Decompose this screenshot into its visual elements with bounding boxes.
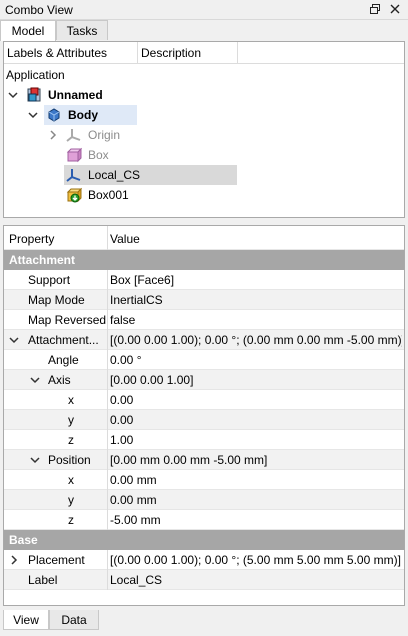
- tree-label: Box: [88, 148, 109, 162]
- prop-value[interactable]: [(0.00 0.00 1.00); 0.00 °; (0.00 mm 0.00…: [110, 333, 402, 347]
- chevron-down-icon[interactable]: [30, 455, 40, 465]
- tree-item-box001[interactable]: Box001: [4, 185, 404, 205]
- box-icon: [66, 187, 82, 203]
- header-property[interactable]: Property: [9, 232, 54, 246]
- prop-position-x[interactable]: x 0.00 mm: [4, 470, 404, 490]
- prop-value[interactable]: 1.00: [110, 433, 402, 447]
- tree-label: Unnamed: [48, 88, 103, 102]
- prop-name: Angle: [48, 353, 79, 367]
- chevron-right-icon[interactable]: [9, 555, 19, 565]
- prop-map-reversed[interactable]: Map Reversed false: [4, 310, 404, 330]
- tree-label: Box001: [88, 188, 129, 202]
- prop-value[interactable]: -5.00 mm: [110, 513, 402, 527]
- close-icon[interactable]: [389, 3, 403, 17]
- tree-label: Local_CS: [88, 168, 141, 182]
- prop-name: Placement: [28, 553, 85, 567]
- prop-position-z[interactable]: z -5.00 mm: [4, 510, 404, 530]
- prop-name: x: [68, 393, 74, 407]
- prop-name: y: [68, 413, 74, 427]
- group-attachment[interactable]: Attachment: [4, 250, 404, 270]
- tree-item-body[interactable]: Body: [4, 105, 404, 125]
- header-description[interactable]: Description: [141, 46, 201, 60]
- group-label: Attachment: [9, 253, 76, 267]
- prop-value[interactable]: Local_CS: [110, 573, 402, 587]
- tree-item-unnamed[interactable]: Unnamed: [4, 85, 404, 105]
- box-icon: [66, 147, 82, 163]
- prop-value[interactable]: 0.00: [110, 413, 402, 427]
- model-tree: Labels & Attributes Description Applicat…: [3, 41, 405, 218]
- header-value[interactable]: Value: [110, 232, 402, 246]
- header-labels[interactable]: Labels & Attributes: [7, 46, 107, 60]
- group-base[interactable]: Base: [4, 530, 404, 550]
- prop-axis[interactable]: Axis [0.00 0.00 1.00]: [4, 370, 404, 390]
- prop-name: Map Reversed: [28, 313, 107, 327]
- tab-model[interactable]: Model: [0, 20, 56, 41]
- chevron-down-icon[interactable]: [30, 375, 40, 385]
- coordinate-system-icon: [66, 169, 81, 182]
- prop-position[interactable]: Position [0.00 mm 0.00 mm -5.00 mm]: [4, 450, 404, 470]
- tab-view[interactable]: View: [3, 610, 49, 630]
- prop-name: x: [68, 473, 74, 487]
- prop-angle[interactable]: Angle 0.00 °: [4, 350, 404, 370]
- body-icon: [48, 108, 60, 122]
- prop-value[interactable]: 0.00: [110, 393, 402, 407]
- prop-name: Map Mode: [28, 293, 85, 307]
- prop-name: Label: [28, 573, 58, 587]
- tree-label: Origin: [88, 128, 121, 142]
- section-label: Application: [6, 68, 65, 82]
- property-header: Property Value: [4, 226, 404, 250]
- prop-axis-x[interactable]: x 0.00: [4, 390, 404, 410]
- chevron-down-icon[interactable]: [28, 110, 38, 120]
- chevron-right-icon[interactable]: [48, 130, 58, 140]
- prop-label[interactable]: Label Local_CS: [4, 570, 404, 590]
- prop-value[interactable]: 0.00 mm: [110, 493, 402, 507]
- origin-icon: [66, 129, 81, 142]
- tree-header: Labels & Attributes Description: [4, 42, 404, 64]
- dock-title: Combo View: [5, 3, 73, 17]
- prop-position-y[interactable]: y 0.00 mm: [4, 490, 404, 510]
- chevron-down-icon[interactable]: [9, 335, 19, 345]
- prop-support[interactable]: Support Box [Face6]: [4, 270, 404, 290]
- tree-item-origin[interactable]: Origin: [4, 125, 404, 145]
- tree-label: Body: [68, 108, 98, 122]
- tab-data[interactable]: Data: [49, 610, 99, 630]
- prop-axis-y[interactable]: y 0.00: [4, 410, 404, 430]
- tree-item-box[interactable]: Box: [4, 145, 404, 165]
- prop-name: z: [68, 433, 74, 447]
- prop-name: Support: [28, 273, 71, 287]
- prop-value[interactable]: [0.00 mm 0.00 mm -5.00 mm]: [110, 453, 402, 467]
- dock-title-bar: Combo View: [0, 0, 408, 20]
- float-icon[interactable]: [369, 3, 383, 17]
- prop-name: z: [68, 513, 74, 527]
- document-icon: [27, 87, 41, 102]
- chevron-down-icon[interactable]: [8, 90, 18, 100]
- prop-value[interactable]: Box [Face6]: [110, 273, 402, 287]
- top-tab-bar: Model Tasks: [0, 20, 408, 41]
- prop-value[interactable]: InertialCS: [110, 293, 402, 307]
- prop-name: Position: [48, 453, 91, 467]
- prop-name: Attachment...: [28, 333, 99, 347]
- prop-value[interactable]: [(0.00 0.00 1.00); 0.00 °; (5.00 mm 5.00…: [110, 553, 402, 567]
- prop-map-mode[interactable]: Map Mode InertialCS: [4, 290, 404, 310]
- prop-value[interactable]: 0.00 mm: [110, 473, 402, 487]
- tree-item-local-cs[interactable]: Local_CS: [4, 165, 404, 185]
- prop-name: y: [68, 493, 74, 507]
- prop-value[interactable]: false: [110, 313, 402, 327]
- prop-name: Axis: [48, 373, 71, 387]
- group-label: Base: [9, 533, 38, 547]
- prop-placement[interactable]: Placement [(0.00 0.00 1.00); 0.00 °; (5.…: [4, 550, 404, 570]
- tab-tasks[interactable]: Tasks: [56, 20, 108, 40]
- prop-axis-z[interactable]: z 1.00: [4, 430, 404, 450]
- prop-value[interactable]: [0.00 0.00 1.00]: [110, 373, 402, 387]
- prop-value[interactable]: 0.00 °: [110, 353, 402, 367]
- property-editor: Property Value Attachment Support Box [F…: [3, 225, 405, 606]
- prop-attachment-offset[interactable]: Attachment... [(0.00 0.00 1.00); 0.00 °;…: [4, 330, 404, 350]
- tree-section-application: Application: [4, 65, 404, 85]
- bottom-tab-bar: View Data: [0, 610, 408, 636]
